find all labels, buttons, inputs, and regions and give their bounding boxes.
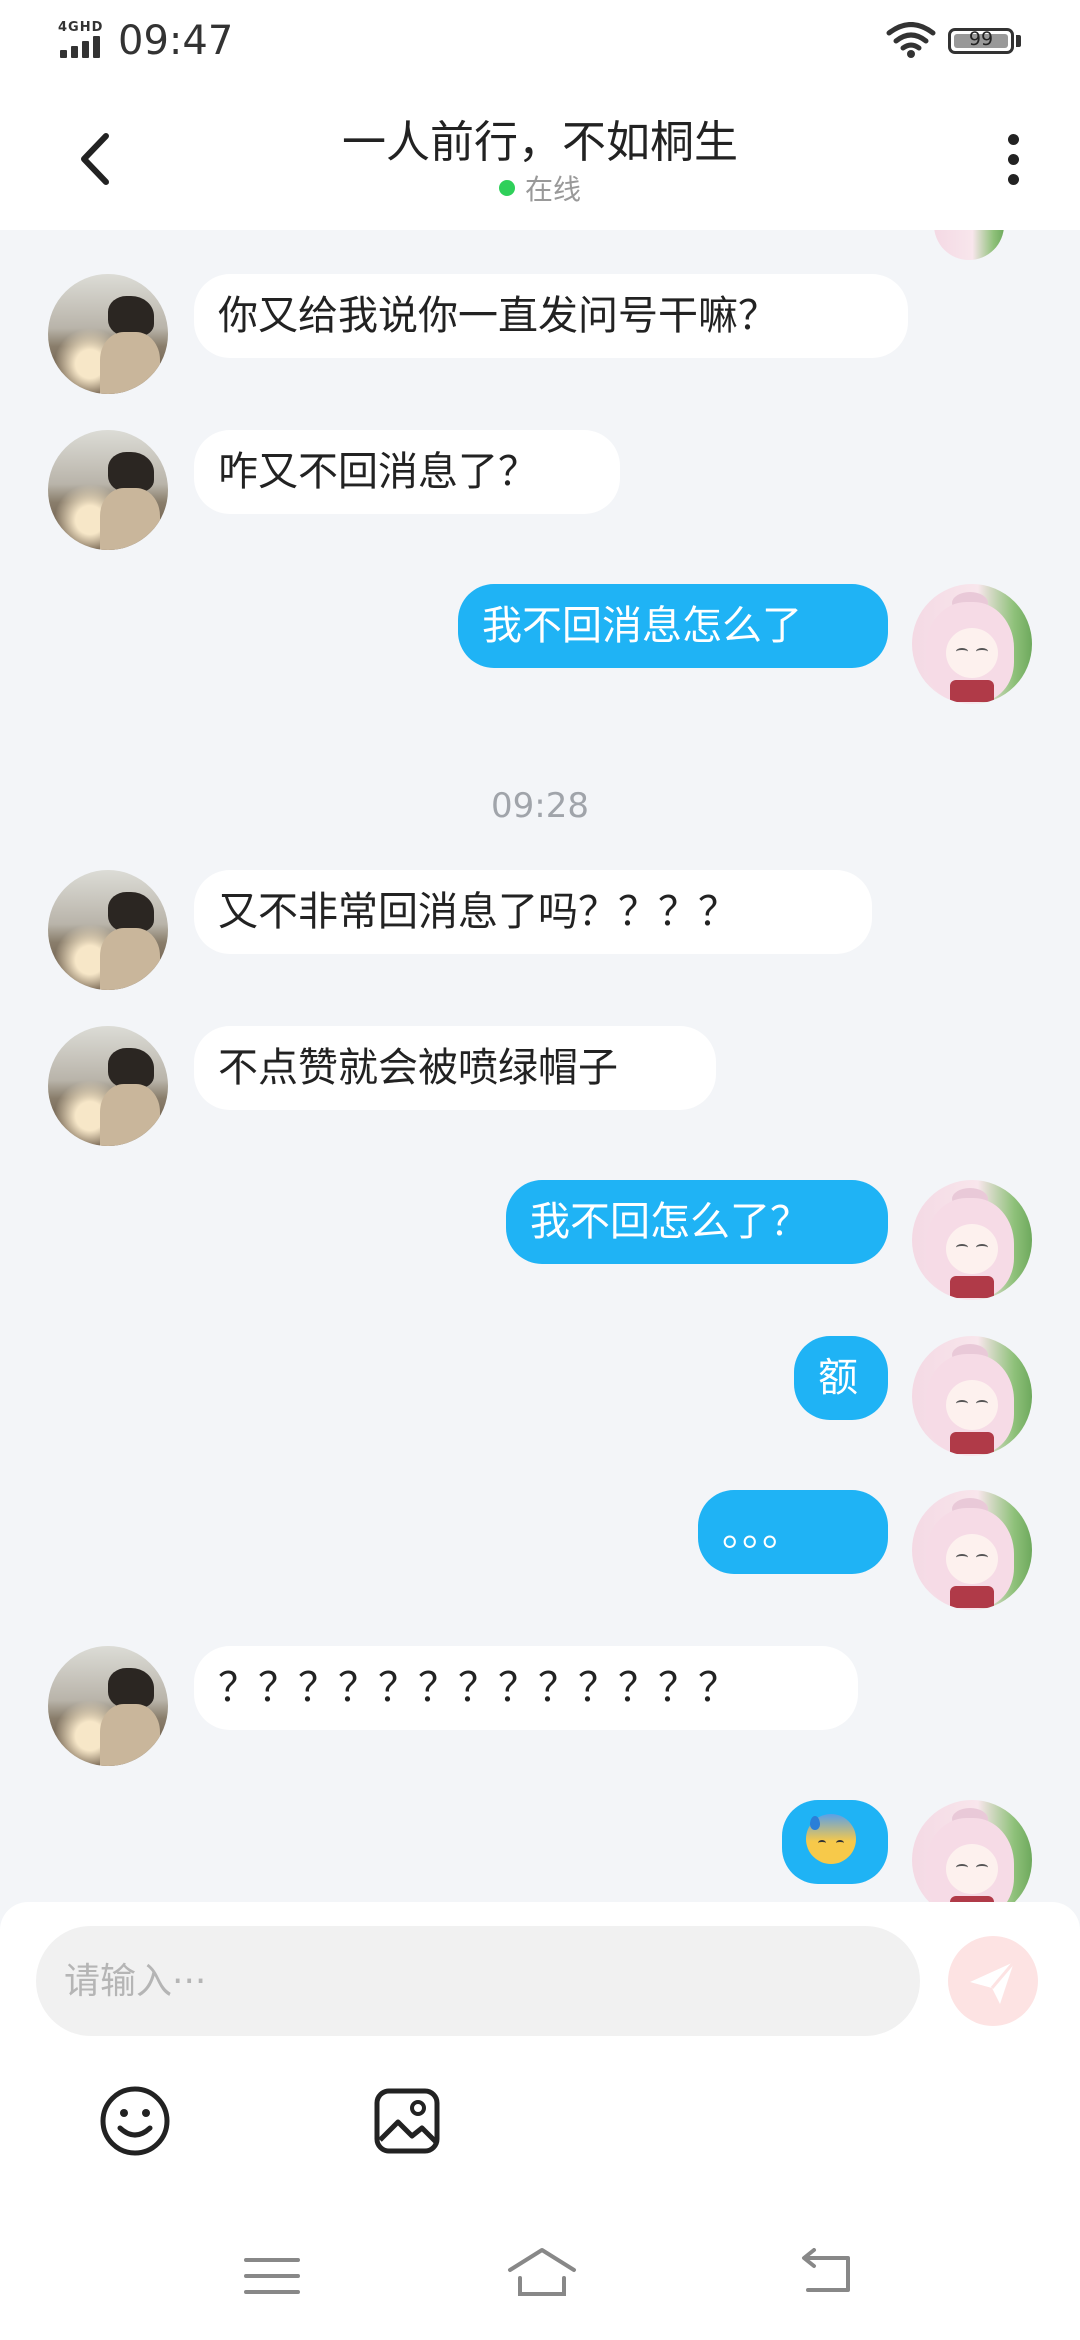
- battery-icon: 99: [948, 28, 1014, 54]
- signal-icon: [60, 36, 106, 58]
- message-bubble[interactable]: 你又给我说你一直发问号干嘛？: [194, 274, 908, 358]
- message-bubble[interactable]: 额: [794, 1336, 888, 1420]
- avatar: [934, 230, 1004, 260]
- page-title: 一人前行，不如桐生: [342, 117, 738, 168]
- more-vertical-icon[interactable]: [996, 124, 1032, 194]
- battery-level: 99: [968, 28, 994, 50]
- avatar[interactable]: [912, 1800, 1032, 1902]
- online-status-label: 在线: [524, 173, 581, 206]
- avatar[interactable]: [912, 584, 1032, 704]
- avatar[interactable]: [48, 430, 168, 550]
- avatar[interactable]: [48, 1646, 168, 1766]
- avatar[interactable]: [912, 1336, 1032, 1456]
- paper-plane-icon: [970, 1961, 1016, 2004]
- avatar[interactable]: [48, 274, 168, 394]
- smiley-icon[interactable]: [98, 2084, 172, 2158]
- back-arrow-icon[interactable]: [796, 2248, 854, 2296]
- wifi-icon: [886, 22, 936, 58]
- chat-header: 一人前行，不如桐生 在线: [0, 84, 1080, 230]
- battery-tip: [1016, 35, 1021, 47]
- message-bubble[interactable]: 又不非常回消息了吗？？？？: [194, 870, 872, 954]
- send-button[interactable]: [948, 1936, 1038, 2026]
- message-bubble[interactable]: ？？？？？？？？？？？？？: [194, 1646, 858, 1730]
- network-type: 4GHD: [58, 20, 104, 35]
- avatar[interactable]: [48, 870, 168, 990]
- status-bar: 4GHD 09:47 99: [0, 0, 1080, 84]
- anxious-sweat-emoji-icon: [806, 1814, 856, 1864]
- menu-icon[interactable]: [244, 2254, 300, 2298]
- message-bubble[interactable]: 咋又不回消息了？: [194, 430, 620, 514]
- image-icon[interactable]: [372, 2086, 442, 2156]
- avatar[interactable]: [912, 1490, 1032, 1610]
- message-bubble[interactable]: 我不回消息怎么了: [458, 584, 888, 668]
- timestamp: 09:28: [491, 786, 589, 826]
- message-list[interactable]: 你又给我说你一直发问号干嘛？ 咋又不回消息了？ 我不回消息怎么了 09:28 又…: [0, 230, 1080, 1902]
- message-bubble[interactable]: 。。。: [698, 1490, 888, 1574]
- message-input[interactable]: [36, 1926, 920, 2036]
- avatar[interactable]: [912, 1180, 1032, 1300]
- online-dot-icon: [498, 180, 515, 196]
- avatar[interactable]: [48, 1026, 168, 1146]
- online-status: 在线: [0, 168, 1080, 208]
- message-bubble[interactable]: [782, 1800, 888, 1884]
- clock: 09:47: [118, 18, 234, 64]
- home-icon[interactable]: [506, 2244, 578, 2300]
- message-bubble[interactable]: 我不回怎么了？: [506, 1180, 888, 1264]
- message-bubble[interactable]: 不点赞就会被喷绿帽子: [194, 1026, 716, 1110]
